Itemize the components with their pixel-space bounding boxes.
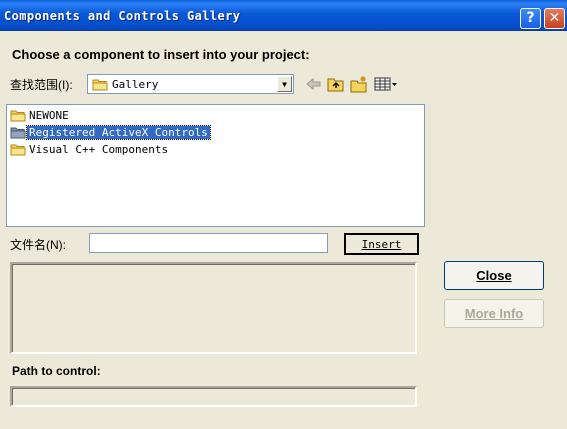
new-folder-icon[interactable] <box>349 75 369 93</box>
close-button[interactable]: Close <box>444 261 544 290</box>
folder-icon <box>10 109 26 125</box>
folder-icon <box>92 78 108 94</box>
description-box <box>10 262 417 354</box>
insert-button[interactable]: Insert <box>344 233 419 255</box>
more-info-button[interactable]: More Info <box>444 299 544 328</box>
path-label: Path to control: <box>12 364 101 378</box>
component-list[interactable]: NEWONE Registered ActiveX Controls Visua… <box>6 104 425 227</box>
chevron-down-icon[interactable]: ▼ <box>277 76 292 92</box>
lookin-value: Gallery <box>112 78 159 91</box>
up-folder-icon[interactable] <box>326 75 346 93</box>
path-field <box>10 386 417 407</box>
window-title: Components and Controls Gallery <box>4 9 241 23</box>
back-arrow-icon[interactable] <box>303 75 323 93</box>
list-item-label: Registered ActiveX Controls <box>26 125 211 140</box>
insert-button-label: Insert <box>361 238 402 251</box>
lookin-label: 查找范围(I): <box>10 78 73 92</box>
list-item-label: NEWONE <box>29 109 69 122</box>
close-window-button[interactable]: ✕ <box>544 8 565 29</box>
close-button-label: Close <box>476 268 512 283</box>
more-info-button-label: More Info <box>464 306 524 321</box>
lookin-combo[interactable]: Gallery ▼ <box>87 74 294 94</box>
folder-icon <box>10 143 26 159</box>
prompt-text: Choose a component to insert into your p… <box>12 47 310 62</box>
title-bar[interactable]: Components and Controls Gallery ? ✕ <box>0 0 567 31</box>
help-button[interactable]: ? <box>520 8 541 29</box>
filename-label: 文件名(N): <box>10 238 66 252</box>
filename-input[interactable] <box>89 233 328 253</box>
folder-icon <box>10 126 26 142</box>
view-menu-icon[interactable] <box>373 75 399 93</box>
list-item-label: Visual C++ Components <box>29 143 169 156</box>
